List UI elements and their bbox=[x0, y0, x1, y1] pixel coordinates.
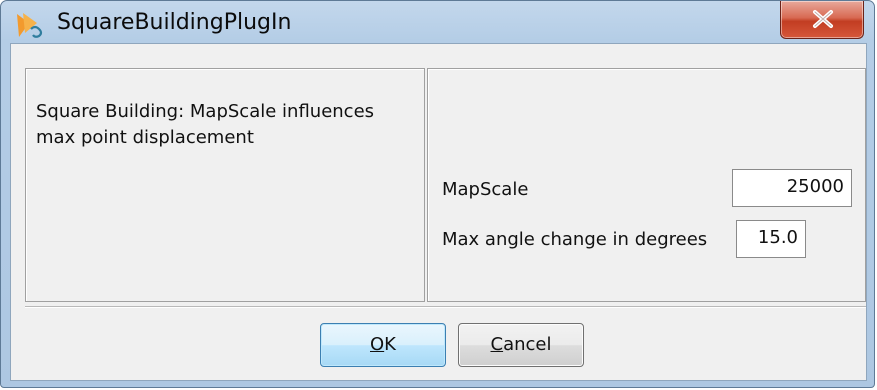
app-logo-icon bbox=[17, 13, 43, 38]
title-bar[interactable]: SquareBuildingPlugIn bbox=[1, 1, 874, 43]
window-title: SquareBuildingPlugIn bbox=[57, 10, 292, 35]
close-icon bbox=[813, 10, 833, 28]
description-panel: Square Building: MapScale influences max… bbox=[25, 68, 425, 302]
mapscale-field[interactable]: 25000 bbox=[732, 169, 852, 207]
plugin-description: Square Building: MapScale influences max… bbox=[36, 101, 375, 148]
mapscale-label: MapScale bbox=[442, 179, 529, 200]
cancel-mnemonic: C bbox=[490, 334, 504, 355]
dialog-window: SquareBuildingPlugIn Square Building: Ma… bbox=[0, 0, 875, 388]
close-button[interactable] bbox=[780, 1, 864, 39]
dialog-content: Square Building: MapScale influences max… bbox=[10, 43, 867, 381]
max-angle-label: Max angle change in degrees bbox=[442, 229, 708, 250]
cancel-label-rest: ancel bbox=[503, 334, 552, 355]
ok-button[interactable]: OK bbox=[320, 323, 446, 367]
ok-label-rest: K bbox=[384, 334, 396, 355]
cancel-button[interactable]: Cancel bbox=[458, 323, 584, 367]
button-separator bbox=[25, 306, 866, 308]
parameters-panel: MapScale 25000 Max angle change in degre… bbox=[427, 68, 866, 302]
max-angle-field[interactable]: 15.0 bbox=[736, 220, 806, 258]
ok-mnemonic: O bbox=[370, 334, 385, 355]
